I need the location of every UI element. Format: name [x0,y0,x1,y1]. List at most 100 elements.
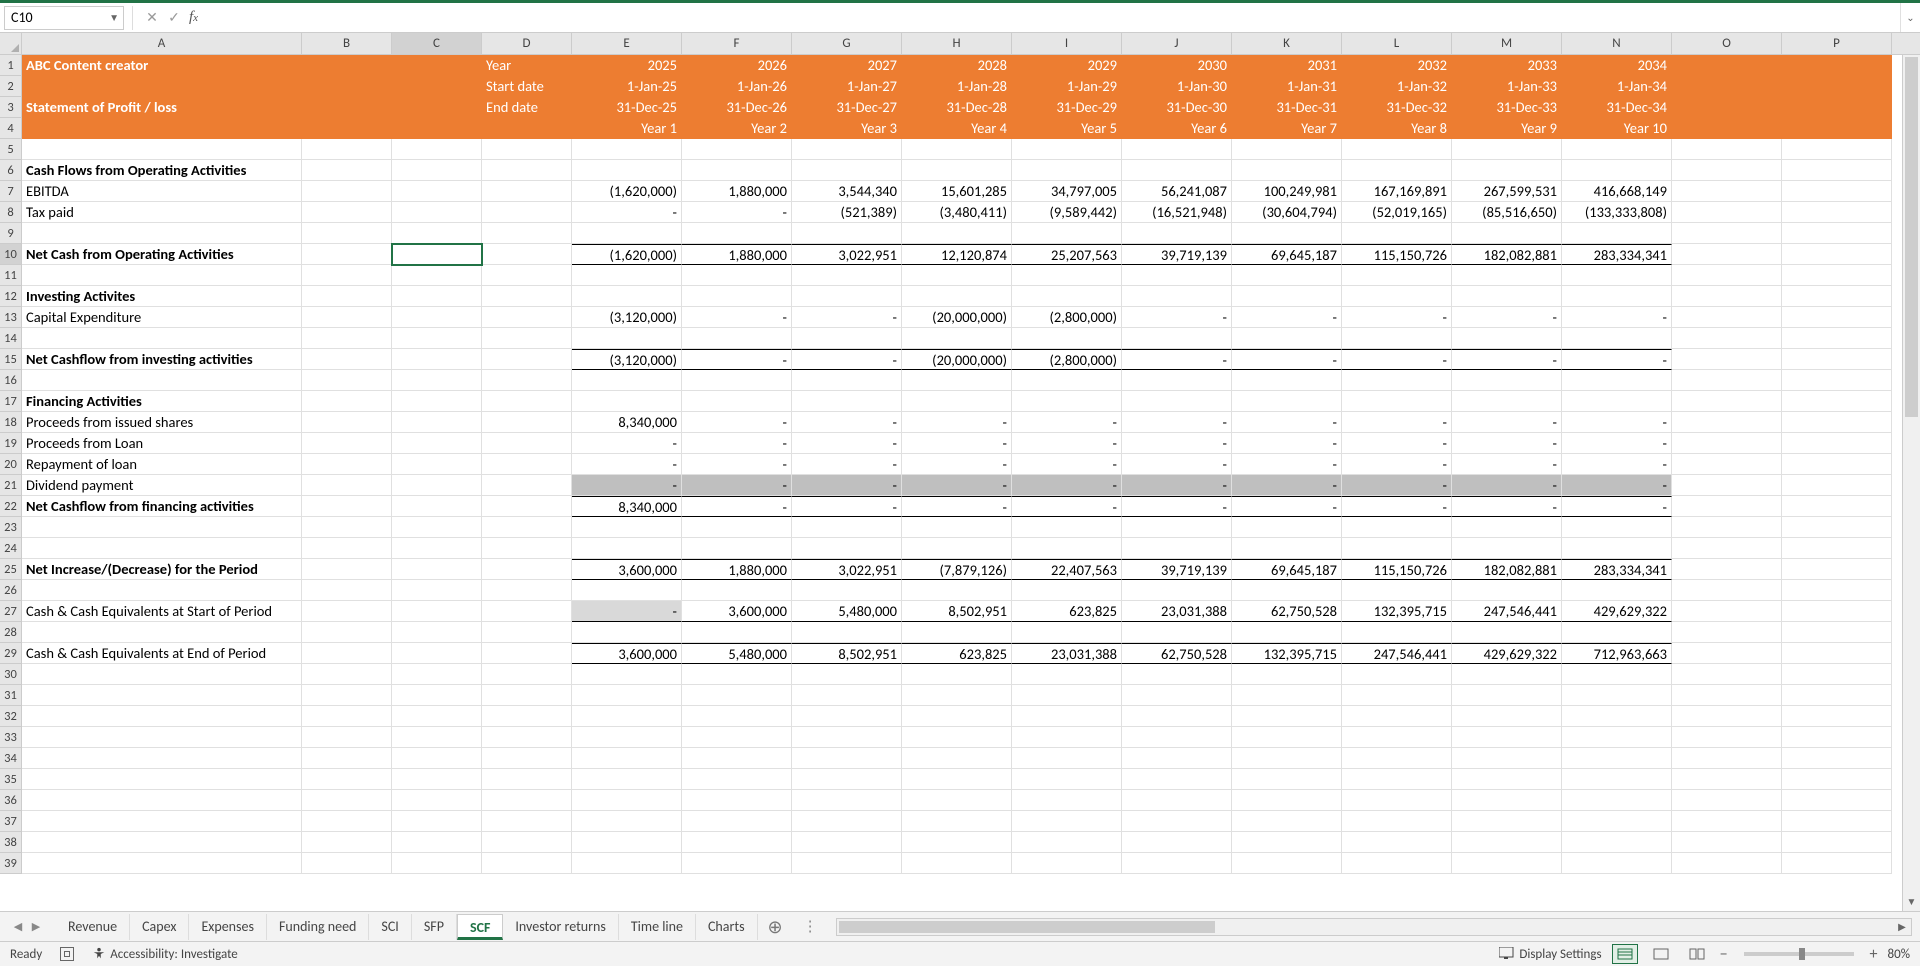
cell-F27[interactable]: 3,600,000 [682,601,792,622]
cell-K34[interactable] [1232,748,1342,769]
tab-overflow-icon[interactable]: ⋮ [803,917,818,936]
cell-O24[interactable] [1672,538,1782,559]
cell-O29[interactable] [1672,643,1782,664]
cell-N15[interactable]: - [1562,349,1672,370]
cell-J26[interactable] [1122,580,1232,601]
cell-C37[interactable] [392,811,482,832]
cell-F30[interactable] [682,664,792,685]
cell-F3[interactable]: 31-Dec-26 [682,97,792,118]
cell-A16[interactable] [22,370,302,391]
cell-H19[interactable]: - [902,433,1012,454]
cell-L31[interactable] [1342,685,1452,706]
cell-J17[interactable] [1122,391,1232,412]
cell-M12[interactable] [1452,286,1562,307]
cell-B19[interactable] [302,433,392,454]
cell-C28[interactable] [392,622,482,643]
cell-M11[interactable] [1452,265,1562,286]
horizontal-scrollbar[interactable]: ◀ ▶ [836,918,1912,936]
cell-E3[interactable]: 31-Dec-25 [572,97,682,118]
cell-O11[interactable] [1672,265,1782,286]
cell-M36[interactable] [1452,790,1562,811]
cell-C4[interactable] [392,118,482,139]
row-header-23[interactable]: 23 [0,517,22,538]
cell-G5[interactable] [792,139,902,160]
cell-L30[interactable] [1342,664,1452,685]
cell-C33[interactable] [392,727,482,748]
cell-M35[interactable] [1452,769,1562,790]
cell-H3[interactable]: 31-Dec-28 [902,97,1012,118]
cell-A12[interactable]: Investing Activites [22,286,302,307]
page-break-view-button[interactable] [1684,944,1710,964]
cell-C16[interactable] [392,370,482,391]
cell-E2[interactable]: 1-Jan-25 [572,76,682,97]
cell-J25[interactable]: 39,719,139 [1122,559,1232,580]
cell-F28[interactable] [682,622,792,643]
row-header-37[interactable]: 37 [0,811,22,832]
row-header-29[interactable]: 29 [0,643,22,664]
sheet-tab-sci[interactable]: SCI [369,914,411,940]
row-header-26[interactable]: 26 [0,580,22,601]
cell-E28[interactable] [572,622,682,643]
column-header-G[interactable]: G [792,33,902,54]
cell-P33[interactable] [1782,727,1892,748]
cell-G17[interactable] [792,391,902,412]
row-header-11[interactable]: 11 [0,265,22,286]
cell-B33[interactable] [302,727,392,748]
cell-F5[interactable] [682,139,792,160]
cell-H1[interactable]: 2028 [902,55,1012,76]
cell-F8[interactable]: - [682,202,792,223]
cell-I20[interactable]: - [1012,454,1122,475]
cell-B24[interactable] [302,538,392,559]
cell-L1[interactable]: 2032 [1342,55,1452,76]
cell-H22[interactable]: - [902,496,1012,517]
cell-H2[interactable]: 1-Jan-28 [902,76,1012,97]
cell-H6[interactable] [902,160,1012,181]
cell-M15[interactable]: - [1452,349,1562,370]
cell-K5[interactable] [1232,139,1342,160]
column-header-F[interactable]: F [682,33,792,54]
cell-A11[interactable] [22,265,302,286]
cell-N33[interactable] [1562,727,1672,748]
cell-I4[interactable]: Year 5 [1012,118,1122,139]
cell-H37[interactable] [902,811,1012,832]
cell-L15[interactable]: - [1342,349,1452,370]
cell-H7[interactable]: 15,601,285 [902,181,1012,202]
cell-N11[interactable] [1562,265,1672,286]
cell-I12[interactable] [1012,286,1122,307]
cell-D27[interactable] [482,601,572,622]
cell-E12[interactable] [572,286,682,307]
cell-F34[interactable] [682,748,792,769]
cell-K29[interactable]: 132,395,715 [1232,643,1342,664]
cell-N8[interactable]: (133,333,808) [1562,202,1672,223]
cell-A26[interactable] [22,580,302,601]
cell-J11[interactable] [1122,265,1232,286]
add-sheet-button[interactable]: ⊕ [758,914,793,940]
cell-M24[interactable] [1452,538,1562,559]
sheet-tab-scf[interactable]: SCF [457,914,503,940]
cell-M28[interactable] [1452,622,1562,643]
column-header-H[interactable]: H [902,33,1012,54]
cell-C25[interactable] [392,559,482,580]
cell-H31[interactable] [902,685,1012,706]
cell-N37[interactable] [1562,811,1672,832]
cell-H11[interactable] [902,265,1012,286]
cell-D16[interactable] [482,370,572,391]
cell-C8[interactable] [392,202,482,223]
cell-N25[interactable]: 283,334,341 [1562,559,1672,580]
cell-K37[interactable] [1232,811,1342,832]
cell-C26[interactable] [392,580,482,601]
cell-C12[interactable] [392,286,482,307]
cell-G24[interactable] [792,538,902,559]
cell-F25[interactable]: 1,880,000 [682,559,792,580]
cell-J38[interactable] [1122,832,1232,853]
cell-K14[interactable] [1232,328,1342,349]
cell-G3[interactable]: 31-Dec-27 [792,97,902,118]
cell-L2[interactable]: 1-Jan-32 [1342,76,1452,97]
cell-D36[interactable] [482,790,572,811]
cell-N31[interactable] [1562,685,1672,706]
cell-D18[interactable] [482,412,572,433]
cell-A20[interactable]: Repayment of loan [22,454,302,475]
cell-F14[interactable] [682,328,792,349]
cell-O9[interactable] [1672,223,1782,244]
cell-E1[interactable]: 2025 [572,55,682,76]
